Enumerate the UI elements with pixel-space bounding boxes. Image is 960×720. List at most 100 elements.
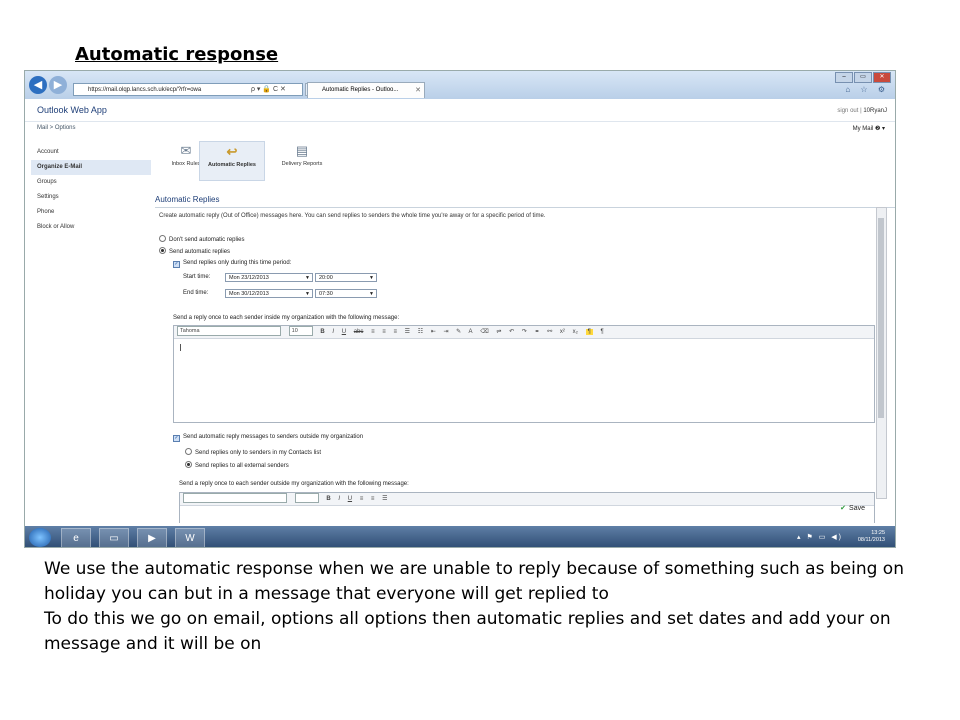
nav-item-groups[interactable]: Groups <box>31 175 151 190</box>
user-area: sign out | 10RyanJ <box>837 108 887 114</box>
delivery-reports-label: Delivery Reports <box>281 161 323 167</box>
clear-format-icon[interactable]: ⌫ <box>480 329 488 335</box>
outside-size-select[interactable] <box>294 493 319 504</box>
align-right-icon[interactable]: ≡ <box>393 329 397 335</box>
rtl-icon[interactable]: ¶ <box>601 329 604 335</box>
nav-item-phone[interactable]: Phone <box>31 205 151 220</box>
automatic-replies-button[interactable]: ↩ Automatic Replies <box>199 141 265 181</box>
scrollbar-thumb[interactable] <box>878 218 884 418</box>
close-button[interactable]: ✕ <box>873 72 891 83</box>
form-scrollbar[interactable] <box>876 207 887 499</box>
owa-subheader: Mail > Options My Mail ❷ ▾ <box>25 121 895 139</box>
tray-icons[interactable]: ▴ ⚑ ▭ ◀) <box>797 533 843 541</box>
tab-title: Automatic Replies - Outloo... <box>322 87 399 93</box>
ie-taskbar-icon[interactable]: e <box>61 528 91 547</box>
align-left-icon[interactable]: ≡ <box>360 496 364 502</box>
font-select[interactable]: Tahoma <box>177 326 281 337</box>
forward-button[interactable]: ▶ <box>49 76 67 94</box>
back-button[interactable]: ◀ <box>29 76 47 94</box>
start-button[interactable] <box>29 528 51 547</box>
outside-font-select[interactable] <box>183 493 287 504</box>
chevron-down-icon: ▼ <box>369 291 374 297</box>
redo-icon[interactable]: ↷ <box>522 329 527 335</box>
bold-icon[interactable]: B <box>326 496 330 502</box>
outside-option[interactable]: ✓ Send automatic reply messages to sender… <box>173 434 363 442</box>
my-mail-label: My Mail <box>852 126 874 132</box>
underline-icon[interactable]: U <box>348 496 352 502</box>
all-external-option[interactable]: Send replies to all external senders <box>185 461 289 469</box>
time-period-checkbox[interactable]: ✓ <box>173 261 180 268</box>
automatic-replies-icon: ↩ <box>226 144 238 159</box>
chevron-down-icon: ▼ <box>305 291 310 297</box>
sign-out-link[interactable]: sign out <box>837 108 858 114</box>
subscript-icon[interactable]: x₂ <box>573 329 578 335</box>
undo-icon[interactable]: ↶ <box>509 329 514 335</box>
send-option[interactable]: Send automatic replies <box>159 247 230 255</box>
folder-taskbar-icon[interactable]: ▭ <box>99 528 129 547</box>
indent-icon[interactable]: ⇥ <box>443 329 448 335</box>
end-date-select[interactable]: Mon 30/12/2013 ▼ <box>225 289 313 298</box>
bullets-icon[interactable]: ☰ <box>405 329 410 335</box>
inside-message-editor[interactable]: Tahoma 10 B I U abc ≡ ≡ ≡ ☰ ☷ ⇤ ⇥ ✎ A ⌫ … <box>173 325 875 423</box>
minimize-button[interactable]: ‒ <box>835 72 853 83</box>
outside-message-editor[interactable]: B I U ≡ ≡ ☰ <box>179 492 875 523</box>
help-icon[interactable]: ❷ ▾ <box>875 126 885 132</box>
clock-date: 08/11/2013 <box>857 537 885 543</box>
numbering-icon[interactable]: ☷ <box>418 329 423 335</box>
font-color-icon[interactable]: A <box>469 329 473 335</box>
home-favorites-tools-icons[interactable]: ⌂ ☆ ⚙ <box>845 85 889 94</box>
superscript-icon[interactable]: x² <box>560 329 565 335</box>
end-time-select[interactable]: 07:30 ▼ <box>315 289 377 298</box>
nav-item-organize-email[interactable]: Organize E-Mail <box>31 160 151 175</box>
align-center-icon[interactable]: ≡ <box>371 496 375 502</box>
unlink-icon[interactable]: ⚯ <box>547 329 552 335</box>
app-logo: Outlook Web App <box>37 105 107 115</box>
start-time-select[interactable]: 20:00 ▼ <box>315 273 377 282</box>
body-paragraph-2: To do this we go on email, options all o… <box>44 609 891 654</box>
maximize-button[interactable]: ▭ <box>854 72 872 83</box>
outdent-icon[interactable]: ⇤ <box>431 329 436 335</box>
tab-close-icon[interactable]: ✕ <box>415 83 421 98</box>
breadcrumb[interactable]: Mail > Options <box>37 125 76 131</box>
editor-toolbar: Tahoma 10 B I U abc ≡ ≡ ≡ ☰ ☷ ⇤ ⇥ ✎ A ⌫ … <box>174 326 874 339</box>
dont-send-radio[interactable] <box>159 235 166 242</box>
owa-header: Outlook Web App sign out | 10RyanJ <box>25 99 895 122</box>
text-caret <box>180 344 181 351</box>
rule-icon[interactable]: ⇌ <box>496 329 501 335</box>
link-icon[interactable]: ⚭ <box>535 329 540 335</box>
window-buttons: ‒ ▭ ✕ <box>835 72 891 83</box>
underline-icon[interactable]: U <box>342 329 346 335</box>
start-date-select[interactable]: Mon 23/12/2013 ▼ <box>225 273 313 282</box>
send-radio[interactable] <box>159 247 166 254</box>
bold-icon[interactable]: B <box>320 329 324 335</box>
word-taskbar-icon[interactable]: W <box>175 528 205 547</box>
inbox-rules-label: Inbox Rules <box>171 161 201 167</box>
align-center-icon[interactable]: ≡ <box>382 329 386 335</box>
automatic-replies-label: Automatic Replies <box>208 162 256 168</box>
nav-item-block-or-allow[interactable]: Block or Allow <box>31 220 151 235</box>
delivery-reports-button[interactable]: ▤ Delivery Reports <box>269 141 335 181</box>
address-controls[interactable]: ρ ▾ 🔒 C ✕ <box>251 83 286 96</box>
italic-icon[interactable]: I <box>332 329 334 335</box>
outside-checkbox[interactable]: ✓ <box>173 435 180 442</box>
contacts-only-option[interactable]: Send replies only to senders in my Conta… <box>185 448 321 456</box>
nav-item-account[interactable]: Account <box>31 145 151 160</box>
ltr-icon[interactable]: ¶ <box>585 329 593 335</box>
time-period-option[interactable]: ✓ Send replies only during this time peri… <box>173 260 291 268</box>
my-mail-menu[interactable]: My Mail ❷ ▾ <box>853 125 885 132</box>
all-external-radio[interactable] <box>185 461 192 468</box>
highlight-icon[interactable]: ✎ <box>456 329 461 335</box>
contacts-only-radio[interactable] <box>185 448 192 455</box>
save-button[interactable]: ✔ Save <box>840 504 865 512</box>
tab-automatic-replies[interactable]: Automatic Replies - Outloo... ✕ <box>307 82 425 98</box>
size-select[interactable]: 10 <box>288 326 313 337</box>
strikethrough-icon[interactable]: abc <box>354 329 364 335</box>
dont-send-option[interactable]: Don't send automatic replies <box>159 235 245 243</box>
italic-icon[interactable]: I <box>338 496 340 502</box>
align-left-icon[interactable]: ≡ <box>371 329 375 335</box>
clock[interactable]: 13:25 08/11/2013 <box>858 530 885 544</box>
media-taskbar-icon[interactable]: ▶ <box>137 528 167 547</box>
bullets-icon[interactable]: ☰ <box>382 496 387 502</box>
chevron-down-icon: ▼ <box>369 275 374 281</box>
nav-item-settings[interactable]: Settings <box>31 190 151 205</box>
